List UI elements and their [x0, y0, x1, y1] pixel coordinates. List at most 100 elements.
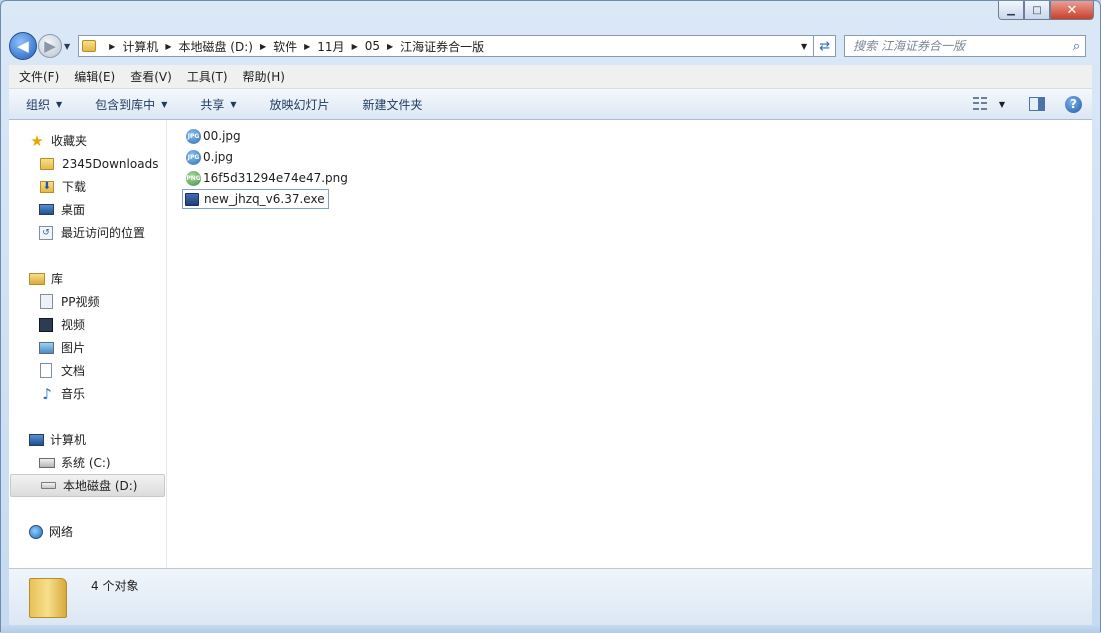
command-bar: 组织 ▼ 包含到库中 ▼ 共享 ▼ 放映幻灯片 新建文件夹 ▼ ?: [9, 89, 1092, 120]
forward-button[interactable]: ▶: [38, 34, 62, 58]
close-button[interactable]: ✕: [1050, 1, 1094, 20]
nav-item-label: 图片: [61, 341, 86, 355]
breadcrumb-separator[interactable]: ▶: [387, 42, 393, 51]
view-options-icon[interactable]: [972, 97, 989, 111]
breadcrumb-separator[interactable]: ▶: [165, 42, 171, 51]
file-name: 00.jpg: [203, 129, 241, 143]
nav-network[interactable]: 网络: [9, 520, 166, 543]
folder-icon: [40, 157, 54, 170]
menu-file[interactable]: 文件(F): [9, 68, 64, 85]
nav-item-label: 系统 (C:): [61, 456, 111, 470]
explorer-window: ▁ □ ✕ ◀ ▶ ▼ ▶ 计算机 ▶ 本地磁盘 (D:) ▶ 软件 ▶ 11月…: [0, 0, 1101, 633]
music-note-icon: ♪: [42, 384, 52, 403]
menu-view[interactable]: 查看(V): [120, 68, 177, 85]
details-pane: 4 个对象: [9, 568, 1092, 625]
search-box[interactable]: ⌕: [844, 35, 1087, 57]
nav-favorites[interactable]: ★ 收藏夹: [9, 129, 166, 152]
nav-item-videos[interactable]: 视频: [9, 313, 166, 336]
nav-item-pictures[interactable]: 图片: [9, 336, 166, 359]
item-count: 4 个对象: [91, 579, 139, 593]
command-bar-right: ▼ ?: [972, 95, 1092, 113]
file-name: new_jhzq_v6.37.exe: [204, 192, 325, 206]
nav-item-recent-places[interactable]: ↺ 最近访问的位置: [9, 221, 166, 244]
computer-icon: [29, 433, 44, 446]
nav-item-drive-c[interactable]: 系统 (C:): [9, 451, 166, 474]
include-in-library-button[interactable]: 包含到库中 ▼: [78, 96, 183, 113]
organize-button[interactable]: 组织 ▼: [9, 96, 78, 113]
nav-item-drive-d[interactable]: 本地磁盘 (D:): [10, 474, 165, 497]
libraries-group: 库 PP视频 视频 图片 文档 ♪ 音乐: [9, 267, 166, 405]
include-in-library-label: 包含到库中: [95, 97, 156, 112]
network-icon: [29, 524, 43, 539]
nav-item-downloads[interactable]: ⬇ 下载: [9, 175, 166, 198]
system-drive-icon: [39, 457, 55, 468]
share-button[interactable]: 共享 ▼: [183, 96, 252, 113]
breadcrumb-separator[interactable]: ▶: [304, 42, 310, 51]
refresh-button[interactable]: ⇄: [814, 35, 837, 57]
folder-icon: [29, 578, 67, 618]
breadcrumb-current-folder[interactable]: 江海证券合一版: [400, 38, 484, 55]
breadcrumb-computer[interactable]: 计算机: [122, 38, 158, 55]
new-folder-button[interactable]: 新建文件夹: [346, 96, 439, 113]
pictures-library-icon: [39, 341, 54, 354]
jpg-file-icon: JPG: [186, 128, 201, 144]
preview-pane-icon[interactable]: [1029, 97, 1045, 111]
breadcrumb-drive-d[interactable]: 本地磁盘 (D:): [178, 38, 252, 55]
menu-help[interactable]: 帮助(H): [233, 68, 290, 85]
library-icon: [29, 272, 45, 285]
nav-computer[interactable]: 计算机: [9, 428, 166, 451]
breadcrumb-separator[interactable]: ▶: [352, 42, 358, 51]
file-name: 0.jpg: [203, 150, 234, 164]
file-item-0-jpg[interactable]: JPG 0.jpg: [184, 147, 236, 167]
content-area: ★ 收藏夹 2345Downloads ⬇ 下载 桌面 ↺ 最近访问的位置 库 …: [9, 120, 1092, 568]
breadcrumb-separator[interactable]: ▶: [260, 42, 266, 51]
folder-icon: [82, 40, 97, 52]
minimize-button[interactable]: ▁: [998, 1, 1024, 20]
menu-tools[interactable]: 工具(T): [177, 68, 233, 85]
file-item-00-jpg[interactable]: JPG 00.jpg: [184, 126, 244, 146]
nav-libraries-label: 库: [51, 272, 64, 286]
view-options-dropdown[interactable]: ▼: [999, 100, 1005, 109]
address-bar[interactable]: ▶ 计算机 ▶ 本地磁盘 (D:) ▶ 软件 ▶ 11月 ▶ 05 ▶ 江海证券…: [78, 35, 815, 57]
file-name: 16f5d31294e74e47.png: [203, 171, 348, 185]
recent-places-icon: ↺: [39, 225, 53, 240]
navigation-pane: ★ 收藏夹 2345Downloads ⬇ 下载 桌面 ↺ 最近访问的位置 库 …: [9, 120, 167, 568]
new-folder-label: 新建文件夹: [362, 97, 423, 112]
breadcrumb-november[interactable]: 11月: [317, 38, 344, 55]
menu-edit[interactable]: 编辑(E): [64, 68, 120, 85]
breadcrumb-software[interactable]: 软件: [273, 38, 297, 55]
search-input[interactable]: [853, 39, 1054, 53]
organize-label: 组织: [26, 97, 51, 112]
pp-video-library-icon: [40, 294, 53, 309]
nav-item-label: 最近访问的位置: [61, 226, 146, 240]
help-icon[interactable]: ?: [1065, 95, 1082, 113]
file-item-png[interactable]: PNG 16f5d31294e74e47.png: [184, 168, 351, 188]
file-item-exe[interactable]: new_jhzq_v6.37.exe: [182, 189, 329, 209]
breadcrumb-separator[interactable]: ▶: [109, 42, 115, 51]
back-button[interactable]: ◀: [9, 32, 37, 60]
nav-item-desktop[interactable]: 桌面: [9, 198, 166, 221]
computer-group: 计算机 系统 (C:) 本地磁盘 (D:): [9, 428, 166, 497]
downloads-folder-icon: ⬇: [40, 180, 54, 193]
nav-item-documents[interactable]: 文档: [9, 359, 166, 382]
breadcrumb-05[interactable]: 05: [365, 39, 380, 53]
file-list: JPG 00.jpg JPG 0.jpg PNG 16f5d31294e74e4…: [167, 120, 1092, 568]
recent-pages-dropdown[interactable]: ▼: [64, 42, 70, 51]
nav-favorites-label: 收藏夹: [51, 134, 88, 148]
share-label: 共享: [200, 97, 225, 112]
nav-item-music[interactable]: ♪ 音乐: [9, 382, 166, 405]
nav-item-label: 桌面: [61, 203, 86, 217]
nav-item-2345downloads[interactable]: 2345Downloads: [9, 152, 166, 175]
nav-libraries[interactable]: 库: [9, 267, 166, 290]
slideshow-button[interactable]: 放映幻灯片: [253, 96, 346, 113]
nav-item-pp-video[interactable]: PP视频: [9, 290, 166, 313]
search-icon[interactable]: ⌕: [1073, 39, 1080, 54]
nav-item-label: 2345Downloads: [62, 156, 159, 171]
navigation-row: ◀ ▶ ▼ ▶ 计算机 ▶ 本地磁盘 (D:) ▶ 软件 ▶ 11月 ▶ 05 …: [9, 31, 1092, 61]
nav-network-label: 网络: [49, 525, 74, 539]
star-icon: ★: [30, 131, 44, 150]
nav-item-label: 视频: [61, 318, 86, 332]
maximize-button[interactable]: □: [1024, 1, 1050, 20]
nav-item-label: 音乐: [61, 387, 86, 401]
address-dropdown[interactable]: ▼: [801, 42, 807, 51]
